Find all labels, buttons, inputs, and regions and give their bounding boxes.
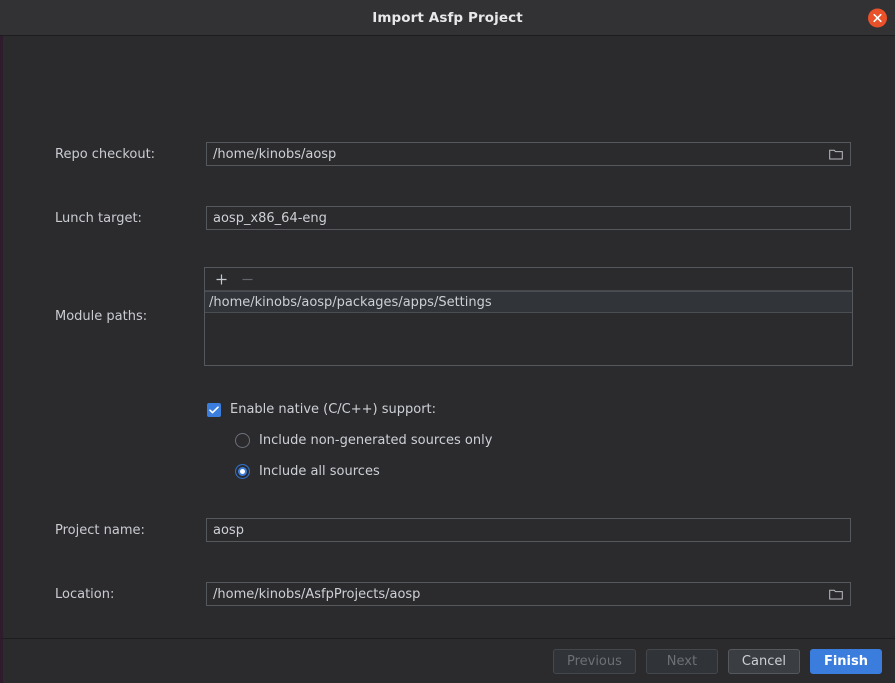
next-button[interactable]: Next xyxy=(645,648,718,674)
remove-module-path-button[interactable] xyxy=(239,271,255,287)
enable-native-support-checkbox[interactable]: Enable native (C/C++) support: xyxy=(207,402,436,417)
module-paths-toolbar xyxy=(205,268,852,291)
radio-all-sources-label: Include all sources xyxy=(259,464,380,479)
minus-icon xyxy=(242,278,252,280)
location-label: Location: xyxy=(55,587,115,602)
module-paths-panel: /home/kinobs/aosp/packages/apps/Settings xyxy=(204,267,853,366)
dialog-titlebar: Import Asfp Project xyxy=(0,0,895,36)
repo-checkout-label: Repo checkout: xyxy=(55,147,156,162)
project-name-value: aosp xyxy=(213,522,244,538)
dialog-content: Repo checkout: /home/kinobs/aosp Lunch t… xyxy=(0,36,895,638)
radio-non-generated-sources[interactable]: Include non-generated sources only xyxy=(235,433,492,448)
location-input[interactable]: /home/kinobs/AsfpProjects/aosp xyxy=(206,582,851,606)
plus-icon xyxy=(216,274,226,284)
radio-circle xyxy=(235,464,250,479)
folder-icon[interactable] xyxy=(828,147,844,161)
module-path-value: /home/kinobs/aosp/packages/apps/Settings xyxy=(209,294,492,310)
project-name-input[interactable]: aosp xyxy=(206,518,851,542)
cancel-button[interactable]: Cancel xyxy=(727,648,800,674)
location-value: /home/kinobs/AsfpProjects/aosp xyxy=(213,586,421,602)
close-icon xyxy=(873,13,882,22)
finish-button[interactable]: Finish xyxy=(809,648,882,674)
module-paths-label: Module paths: xyxy=(55,309,148,324)
folder-icon[interactable] xyxy=(828,587,844,601)
add-module-path-button[interactable] xyxy=(213,271,229,287)
radio-dot xyxy=(240,469,245,474)
checkbox-box xyxy=(207,402,221,417)
radio-all-sources[interactable]: Include all sources xyxy=(235,464,380,479)
module-paths-list: /home/kinobs/aosp/packages/apps/Settings xyxy=(205,291,852,313)
lunch-target-value: aosp_x86_64-eng xyxy=(213,210,327,226)
lunch-target-label: Lunch target: xyxy=(55,211,142,226)
folder-icon-glyph xyxy=(829,149,843,160)
radio-non-generated-sources-label: Include non-generated sources only xyxy=(259,433,493,448)
folder-icon-glyph xyxy=(829,589,843,600)
import-project-dialog: Import Asfp Project Repo checkout: /home… xyxy=(0,0,895,683)
repo-checkout-value: /home/kinobs/aosp xyxy=(213,146,337,162)
previous-button[interactable]: Previous xyxy=(552,648,636,674)
dialog-title: Import Asfp Project xyxy=(372,9,523,26)
enable-native-support-label: Enable native (C/C++) support: xyxy=(230,402,437,417)
radio-circle xyxy=(235,433,250,448)
repo-checkout-input[interactable]: /home/kinobs/aosp xyxy=(206,142,851,166)
close-button[interactable] xyxy=(868,8,887,27)
dialog-footer: Previous Next Cancel Finish xyxy=(0,638,895,683)
project-name-label: Project name: xyxy=(55,523,145,538)
lunch-target-input[interactable]: aosp_x86_64-eng xyxy=(206,206,851,230)
check-icon xyxy=(209,405,219,413)
list-item[interactable]: /home/kinobs/aosp/packages/apps/Settings xyxy=(205,291,852,313)
